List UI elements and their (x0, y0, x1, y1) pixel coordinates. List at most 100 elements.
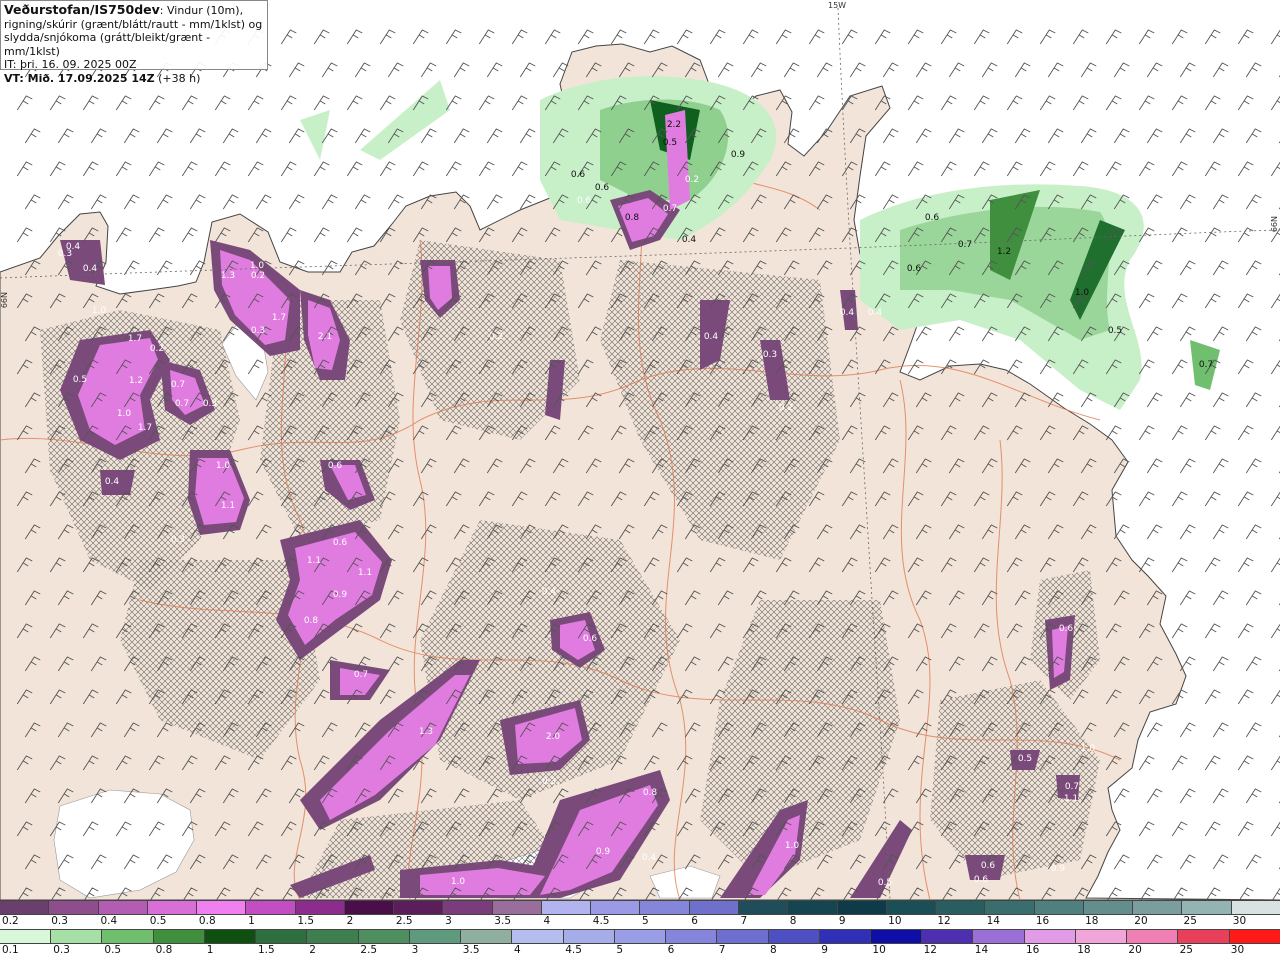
precip-value: 0.4 (868, 308, 883, 318)
scale-swatch (973, 930, 1025, 943)
scale-label: 0.2 (2, 915, 19, 927)
scale-swatch (640, 901, 690, 914)
precip-value: 1.0 (250, 261, 265, 271)
scale-swatch (394, 901, 444, 914)
precip-value: 0.9 (1051, 864, 1066, 874)
scale-swatch (738, 901, 789, 914)
precip-value: 0.8 (643, 788, 658, 798)
precip-value: 0.5 (73, 375, 87, 385)
scale-swatch (461, 930, 513, 943)
scale-swatch (1024, 930, 1076, 943)
lat-label-right: 66N (1270, 216, 1279, 233)
precip-value: 0.6 (981, 861, 996, 871)
precip-value: 0.5 (1018, 754, 1032, 764)
precip-value: 0.4 (682, 235, 697, 245)
model-title: Veðurstofan/IS750dev (4, 2, 160, 17)
scale-swatch (870, 930, 923, 943)
scale-label: 12 (937, 915, 951, 927)
precip-value: 1.2 (997, 247, 1011, 257)
scale-label: 2.5 (395, 915, 413, 927)
scale-swatch (1178, 930, 1230, 943)
precip-value: 1.0 (1081, 744, 1096, 754)
precip-value: 0.6 (577, 196, 592, 206)
weather-map[interactable]: 0.40.30.41.31.00.31.72.10.21.01.70.20.5 1… (0, 0, 1280, 900)
precip-value: 0.2 (685, 175, 699, 185)
scale-label: 0.5 (104, 944, 122, 956)
precip-value: 0.9 (731, 150, 746, 160)
precip-value: 0.4 (642, 853, 657, 863)
precip-value: 1.7 (272, 313, 286, 323)
scale-label: 8 (789, 915, 797, 927)
scale-label: 0.5 (149, 915, 167, 927)
init-time: IT: þri. 16. 09. 2025 00Z (4, 58, 137, 71)
precip-value: 0.3 (542, 777, 556, 787)
precip-value: 1.2 (129, 376, 143, 386)
precip-value: 0.2 (150, 344, 164, 354)
scale-label: 3.5 (494, 915, 511, 927)
scale-label: 7 (740, 915, 748, 927)
scale-swatch (1127, 930, 1179, 943)
precip-value: 2.0 (546, 732, 561, 742)
scale-label: 7 (718, 944, 726, 956)
precip-value: 0.8 (625, 213, 640, 223)
map-legend-header: Veðurstofan/IS750dev: Vindur (10m), rign… (0, 0, 268, 85)
scale-label: 0.8 (198, 915, 216, 927)
precip-value: 0.6 (907, 264, 922, 274)
precip-value: 0.5 (878, 878, 892, 888)
scale-label: 0.8 (155, 944, 173, 956)
scale-label: 0.3 (51, 915, 68, 927)
scale-swatch (768, 930, 820, 943)
snow-scale-labels: 0.2 0.3 0.4 0.5 0.8 1 1.5 2 2.5 3 3.5 4 4.5 5 6 7 8 9 10 12… (0, 915, 1280, 929)
scale-label: 6 (667, 944, 675, 956)
scale-swatch (1133, 901, 1183, 914)
scale-swatch (1034, 901, 1084, 914)
scale-label: 25 (1179, 944, 1193, 956)
precip-value: 0.4 (105, 477, 120, 487)
scale-label: 1 (248, 915, 255, 927)
scale-swatch (256, 930, 308, 943)
precip-value: 1.1 (358, 568, 372, 578)
precip-value: 0.8 (304, 616, 319, 626)
precip-value: 1.0 (451, 877, 466, 887)
scale-swatch (591, 901, 641, 914)
scale-label: 16 (1035, 915, 1050, 927)
precip-value: 1.7 (138, 423, 152, 433)
scale-label: 1 (206, 944, 214, 956)
precip-value: 1.3 (419, 727, 433, 737)
scale-swatch (409, 930, 462, 943)
precip-value: 2.1 (318, 332, 332, 342)
precip-value: 0.6 (974, 875, 989, 885)
scale-swatch (358, 930, 410, 943)
scale-label: 18 (1077, 944, 1091, 956)
scale-label: 9 (838, 915, 846, 927)
scale-label: 14 (986, 915, 1000, 927)
scale-label: 20 (1128, 944, 1142, 956)
precip-value: 0.6 (1059, 624, 1074, 634)
precip-value: 0.4 (542, 587, 557, 597)
scale-swatch (837, 901, 887, 914)
scale-swatch (1182, 901, 1232, 914)
scale-swatch (689, 901, 739, 914)
precip-value: 0.7 (1199, 360, 1213, 370)
precip-value: 1.0 (92, 306, 107, 316)
scale-label: 0.1 (2, 944, 19, 956)
precip-value: 1.0 (216, 461, 231, 471)
scale-label: 9 (821, 944, 828, 956)
scale-label: 3 (445, 915, 452, 927)
precip-value: 2.2 (667, 120, 681, 130)
precip-value: 0.2 (251, 271, 265, 281)
scale-label: 2.5 (360, 944, 378, 956)
precip-value: 0.7 (1065, 782, 1079, 792)
scale-swatch (1075, 930, 1128, 943)
scale-swatch (295, 901, 345, 914)
precip-value: 0.3 (251, 326, 265, 336)
scale-swatch (1231, 901, 1280, 914)
lon-label-top: 15W (828, 1, 847, 10)
precip-value: 0.6 (583, 634, 598, 644)
precip-value: 0.7 (663, 204, 677, 214)
scale-swatch (886, 901, 937, 914)
scale-swatch (922, 930, 974, 943)
precip-value: 0.7 (175, 399, 189, 409)
scale-swatch (985, 901, 1035, 914)
scale-swatch (717, 930, 769, 943)
